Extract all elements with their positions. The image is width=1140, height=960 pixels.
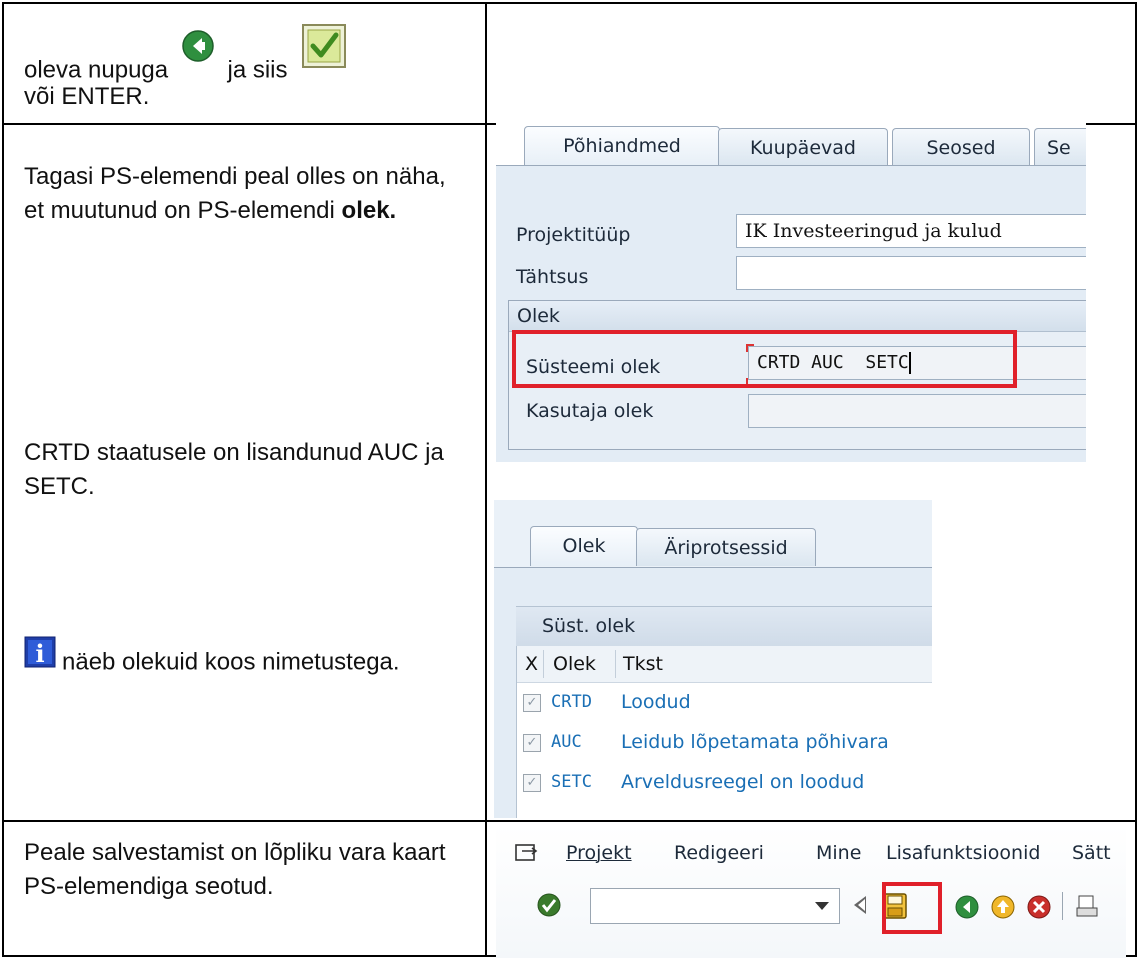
row2-paragraph3: i näeb olekuid koos nimetustega. bbox=[24, 636, 464, 684]
confirm-check-icon bbox=[302, 24, 347, 78]
menu-mine[interactable]: Mine bbox=[816, 842, 861, 864]
col-x: X bbox=[525, 653, 539, 675]
back-icon[interactable] bbox=[954, 894, 980, 924]
cancel-icon[interactable] bbox=[1026, 894, 1052, 924]
table-row: ✓ AUC Leidub lõpetamata põhivara bbox=[517, 724, 932, 760]
col-olek: Olek bbox=[553, 653, 596, 675]
tab-kuupaevad[interactable]: Kuupäevad bbox=[718, 128, 888, 166]
col-tkst: Tkst bbox=[623, 653, 663, 675]
status-code[interactable]: SETC bbox=[551, 764, 592, 800]
menu-toggle-icon[interactable] bbox=[514, 842, 538, 868]
tab-divider bbox=[494, 567, 932, 568]
table-border-left bbox=[2, 2, 4, 957]
projektituup-label: Projektitüüp bbox=[516, 224, 631, 246]
tab-pohiandmed[interactable]: Põhiandmed bbox=[524, 126, 720, 166]
table-row: ✓ SETC Arveldusreegel on loodud bbox=[517, 764, 932, 800]
toolbar-separator bbox=[1062, 892, 1063, 920]
row2-paragraph2: CRTD staatusele on lisandunud AUC ja SET… bbox=[24, 439, 444, 500]
tab-divider bbox=[496, 165, 1086, 166]
back-icon bbox=[181, 29, 215, 73]
info-icon: i bbox=[24, 636, 56, 678]
status-code[interactable]: AUC bbox=[551, 724, 582, 760]
table-border-middle bbox=[485, 2, 487, 957]
row2-p3-text: näeb olekuid koos nimetustega. bbox=[62, 648, 400, 676]
section-header: Süst. olek bbox=[516, 606, 932, 647]
print-icon[interactable] bbox=[1076, 894, 1098, 924]
command-field[interactable] bbox=[590, 888, 840, 924]
collapse-arrow-inner bbox=[858, 899, 865, 911]
status-text: Leidub lõpetamata põhivara bbox=[621, 731, 889, 753]
row1-text-after: või ENTER. bbox=[24, 83, 150, 110]
projektituup-field[interactable]: IK Investeeringud ja kulud bbox=[736, 214, 1086, 248]
row2-p1-bold: olek. bbox=[341, 197, 397, 224]
ps-element-screenshot: Põhiandmed Kuupäevad Seosed Se Projektit… bbox=[496, 114, 1086, 462]
menu-lisafunktsioonid[interactable]: Lisafunktsioonid bbox=[886, 842, 1040, 864]
save-highlight-box bbox=[882, 882, 942, 934]
status-code[interactable]: CRTD bbox=[551, 684, 592, 720]
row3-text: Peale salvestamist on lõpliku vara kaart… bbox=[24, 839, 446, 900]
status-text: Loodud bbox=[621, 691, 691, 713]
tab-ariprotsessid[interactable]: Äriprotsessid bbox=[636, 528, 816, 566]
tab-seosed[interactable]: Seosed bbox=[892, 128, 1030, 166]
sap-toolbar-screenshot: Projekt Redigeeri Mine Lisafunktsioonid … bbox=[496, 824, 1126, 958]
status-checkbox: ✓ bbox=[523, 774, 541, 792]
col-sep bbox=[543, 650, 544, 678]
table-border-right bbox=[1135, 2, 1137, 957]
status-list-screenshot: Olek Äriprotsessid Süst. olek X Olek Tks… bbox=[494, 500, 932, 818]
tahtsus-field[interactable] bbox=[736, 256, 1086, 290]
menu-projekt[interactable]: Projekt bbox=[566, 842, 632, 864]
table-border-top bbox=[2, 2, 1136, 4]
chevron-down-icon[interactable] bbox=[815, 902, 829, 910]
highlight-box bbox=[512, 330, 1017, 388]
table-row: ✓ CRTD Loodud bbox=[517, 684, 932, 720]
status-table: X Olek Tkst ✓ CRTD Loodud ✓ AUC Leidub l… bbox=[516, 646, 932, 818]
tahtsus-label: Tähtsus bbox=[516, 266, 589, 288]
section-title: Süst. olek bbox=[542, 615, 636, 637]
menu-redigeeri[interactable]: Redigeeri bbox=[674, 842, 764, 864]
tab-se[interactable]: Se bbox=[1034, 128, 1086, 166]
exit-icon[interactable] bbox=[990, 894, 1016, 924]
row2-paragraph1: Tagasi PS-elemendi peal olles on näha, e… bbox=[24, 160, 464, 228]
status-text: Arveldusreegel on loodud bbox=[621, 771, 865, 793]
svg-text:i: i bbox=[35, 639, 44, 668]
olek-group-title: Olek bbox=[517, 305, 560, 327]
col-sep bbox=[615, 650, 616, 678]
status-checkbox: ✓ bbox=[523, 694, 541, 712]
kasutaja-olek-label: Kasutaja olek bbox=[526, 400, 654, 422]
kasutaja-olek-field bbox=[748, 394, 1086, 428]
table-border-row2 bbox=[2, 820, 1136, 822]
status-table-header: X Olek Tkst bbox=[517, 646, 932, 683]
tab-olek[interactable]: Olek bbox=[530, 526, 638, 566]
olek-group-header: Olek bbox=[509, 301, 1086, 332]
status-checkbox: ✓ bbox=[523, 734, 541, 752]
enter-check-icon[interactable] bbox=[536, 892, 562, 922]
menu-satt[interactable]: Sätt bbox=[1072, 842, 1111, 864]
row1-text-middle: ja siis bbox=[227, 56, 288, 84]
